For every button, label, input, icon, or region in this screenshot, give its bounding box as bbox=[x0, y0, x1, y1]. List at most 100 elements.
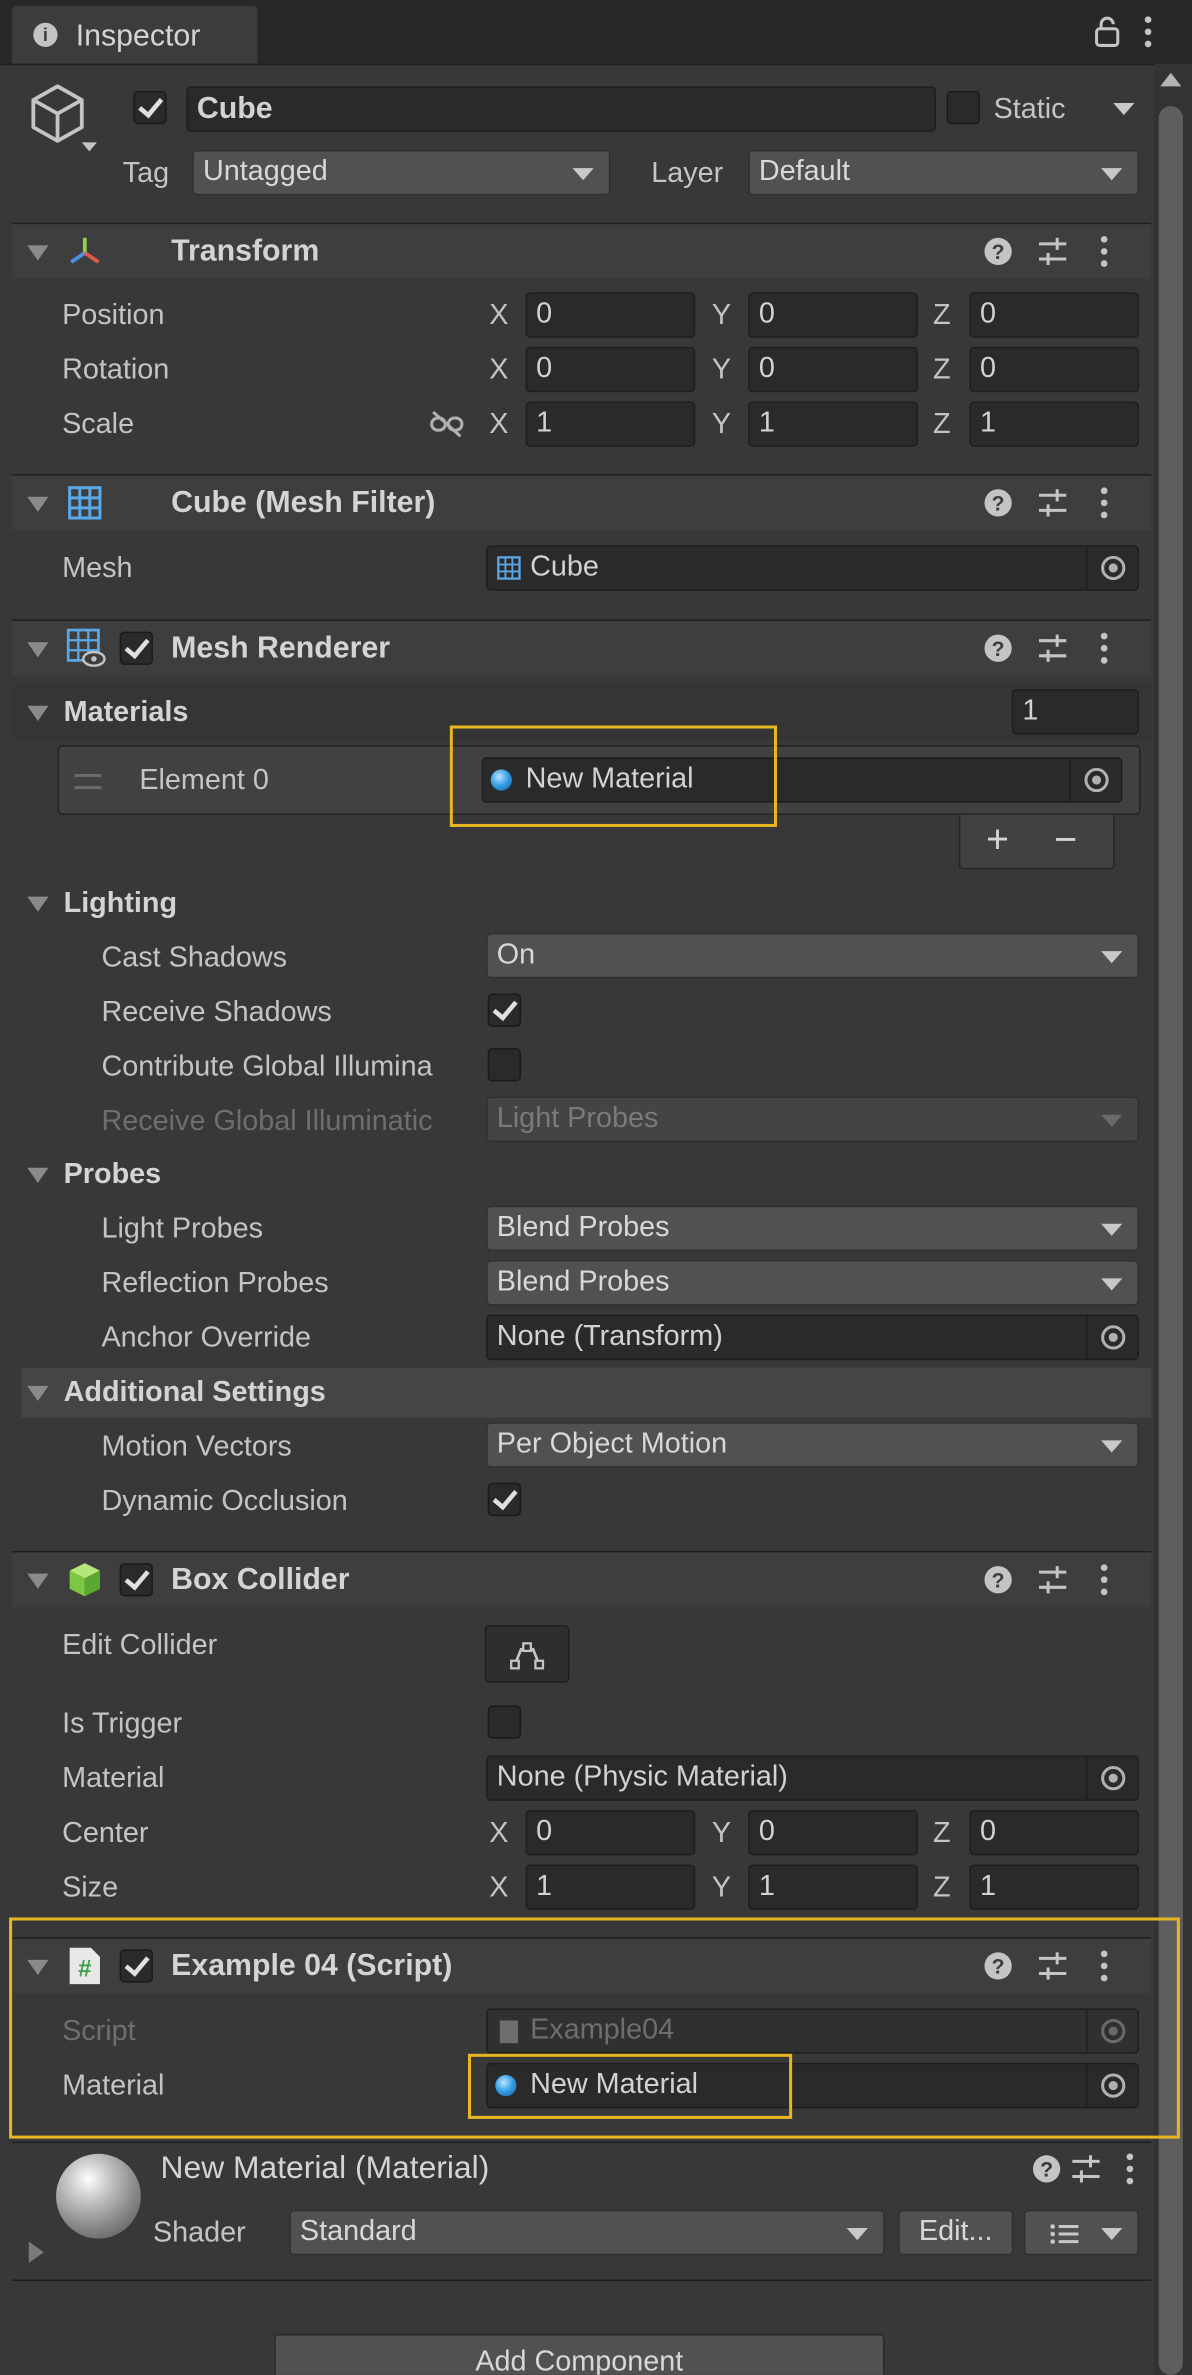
collider-material-value: None (Physic Material) bbox=[496, 1761, 788, 1794]
mesh-label: Mesh bbox=[62, 552, 133, 585]
probes-foldout-arrow[interactable] bbox=[27, 1167, 49, 1183]
inspector-window: i Inspector Cube Static Tag Untagged Lay… bbox=[0, 0, 1192, 2375]
kebab-menu-icon bbox=[1100, 235, 1108, 267]
rotation-x-field[interactable]: 0 bbox=[525, 346, 696, 393]
motion-vectors-dropdown[interactable]: Per Object Motion bbox=[486, 1422, 1139, 1468]
rotation-z-field[interactable]: 0 bbox=[969, 346, 1139, 393]
mesh-object-field[interactable]: Cube bbox=[486, 545, 1139, 591]
static-checkbox[interactable] bbox=[946, 90, 980, 125]
object-picker-icon[interactable] bbox=[1101, 1766, 1126, 1791]
tab-title: Inspector bbox=[75, 19, 201, 54]
transform-header[interactable]: Transform ? bbox=[12, 222, 1152, 279]
receive-shadows-checkbox[interactable] bbox=[487, 993, 522, 1027]
object-name-field[interactable]: Cube bbox=[186, 86, 937, 132]
layer-dropdown[interactable]: Default bbox=[748, 149, 1139, 196]
center-label: Center bbox=[62, 1817, 149, 1850]
component-header-icons: ? bbox=[984, 632, 1108, 664]
object-picker-icon[interactable] bbox=[1101, 1325, 1126, 1350]
kebab-menu-icon bbox=[1100, 632, 1108, 664]
scroll-up-arrow[interactable] bbox=[1160, 72, 1182, 87]
position-z-field[interactable]: 0 bbox=[969, 292, 1139, 338]
object-picker-icon[interactable] bbox=[1101, 555, 1126, 581]
tag-dropdown[interactable]: Untagged bbox=[192, 149, 611, 196]
foldout-arrow[interactable] bbox=[27, 496, 49, 512]
shader-edit-button[interactable]: Edit... bbox=[898, 2209, 1014, 2256]
axis-y: Y bbox=[711, 354, 732, 387]
mesh-value: Cube bbox=[530, 551, 599, 584]
preset-icon bbox=[1039, 237, 1067, 266]
drag-handle-icon[interactable] bbox=[74, 773, 102, 790]
tab-inspector[interactable]: i Inspector bbox=[12, 6, 258, 64]
static-dropdown-arrow[interactable] bbox=[1113, 102, 1135, 116]
size-z-field[interactable]: 1 bbox=[969, 1864, 1139, 1910]
reflection-probes-label: Reflection Probes bbox=[101, 1267, 329, 1300]
add-element-button[interactable]: + bbox=[986, 819, 1009, 858]
material-header-icons: ? bbox=[1032, 2153, 1134, 2185]
shader-options-dropdown[interactable] bbox=[1023, 2209, 1139, 2256]
picker-divider bbox=[1085, 1316, 1088, 1359]
collider-material-field[interactable]: None (Physic Material) bbox=[486, 1755, 1139, 1801]
scale-z-field[interactable]: 1 bbox=[969, 401, 1139, 447]
object-picker-icon[interactable] bbox=[1084, 767, 1109, 793]
separator bbox=[12, 2279, 1152, 2281]
center-x-field[interactable]: 0 bbox=[525, 1809, 696, 1856]
rotation-y-field[interactable]: 0 bbox=[748, 346, 918, 393]
materials-foldout-arrow[interactable] bbox=[27, 705, 49, 721]
help-icon: ? bbox=[1032, 2155, 1061, 2183]
edit-collider-button[interactable] bbox=[484, 1625, 570, 1683]
list-icon bbox=[1050, 2224, 1079, 2244]
receive-gi-dropdown[interactable]: Light Probes bbox=[486, 1096, 1139, 1143]
shader-dropdown[interactable]: Standard bbox=[289, 2209, 885, 2256]
mesh-renderer-enabled-checkbox[interactable] bbox=[119, 631, 153, 665]
receive-shadows-label: Receive Shadows bbox=[101, 996, 332, 1029]
is-trigger-checkbox[interactable] bbox=[487, 1705, 522, 1739]
material-foldout-arrow[interactable] bbox=[28, 2241, 44, 2263]
position-x-field[interactable]: 0 bbox=[525, 292, 696, 338]
box-collider-header[interactable]: Box Collider ? bbox=[12, 1550, 1152, 1607]
is-trigger-label: Is Trigger bbox=[62, 1708, 183, 1741]
axis-y: Y bbox=[711, 299, 732, 332]
center-z-field[interactable]: 0 bbox=[969, 1809, 1139, 1856]
mesh-renderer-header[interactable]: Mesh Renderer ? bbox=[12, 619, 1152, 676]
svg-text:?: ? bbox=[992, 1569, 1005, 1592]
scale-y-field[interactable]: 1 bbox=[748, 401, 918, 447]
lighting-foldout-arrow[interactable] bbox=[27, 896, 49, 912]
kebab-menu-icon bbox=[1100, 1564, 1108, 1596]
foldout-arrow[interactable] bbox=[27, 245, 49, 261]
axis-x: X bbox=[489, 299, 509, 332]
cast-shadows-dropdown[interactable]: On bbox=[486, 932, 1139, 979]
position-y-field[interactable]: 0 bbox=[748, 292, 918, 338]
scale-x-field[interactable]: 1 bbox=[525, 401, 696, 447]
link-scale-icon[interactable] bbox=[429, 409, 465, 439]
element-0-label: Element 0 bbox=[139, 764, 269, 797]
lock-icon[interactable] bbox=[1094, 15, 1121, 48]
active-checkbox[interactable] bbox=[133, 90, 167, 125]
size-x-field[interactable]: 1 bbox=[525, 1864, 696, 1910]
box-collider-enabled-checkbox[interactable] bbox=[119, 1563, 153, 1597]
remove-element-button[interactable]: − bbox=[1054, 819, 1077, 858]
reflection-probes-dropdown[interactable]: Blend Probes bbox=[486, 1260, 1139, 1306]
tab-menu-icon[interactable] bbox=[1142, 15, 1154, 48]
tag-label: Tag bbox=[122, 157, 170, 190]
mesh-filter-header[interactable]: Cube (Mesh Filter) ? bbox=[12, 474, 1152, 531]
light-probes-dropdown[interactable]: Blend Probes bbox=[486, 1205, 1139, 1252]
material-preview-sphere bbox=[56, 2153, 141, 2239]
foldout-arrow[interactable] bbox=[27, 642, 49, 658]
additional-settings-foldout-arrow[interactable] bbox=[27, 1385, 49, 1402]
contribute-gi-checkbox[interactable] bbox=[487, 1048, 522, 1082]
dynamic-occlusion-label: Dynamic Occlusion bbox=[101, 1485, 348, 1518]
center-y-field[interactable]: 0 bbox=[748, 1809, 918, 1856]
size-y-field[interactable]: 1 bbox=[748, 1864, 918, 1910]
add-component-button[interactable]: Add Component bbox=[274, 2333, 885, 2375]
receive-gi-label: Receive Global Illuminatic bbox=[101, 1105, 433, 1138]
help-icon: ? bbox=[984, 1566, 1012, 1594]
foldout-arrow[interactable] bbox=[27, 1573, 49, 1589]
preset-icon bbox=[1039, 489, 1067, 517]
dynamic-occlusion-checkbox[interactable] bbox=[487, 1482, 522, 1517]
box-collider-title: Box Collider bbox=[171, 1563, 350, 1597]
mesh-icon bbox=[497, 556, 521, 580]
additional-settings-label: Additional Settings bbox=[63, 1376, 326, 1409]
materials-count-field[interactable]: 1 bbox=[1011, 689, 1139, 735]
preset-icon bbox=[1039, 634, 1067, 662]
anchor-override-field[interactable]: None (Transform) bbox=[486, 1314, 1139, 1361]
